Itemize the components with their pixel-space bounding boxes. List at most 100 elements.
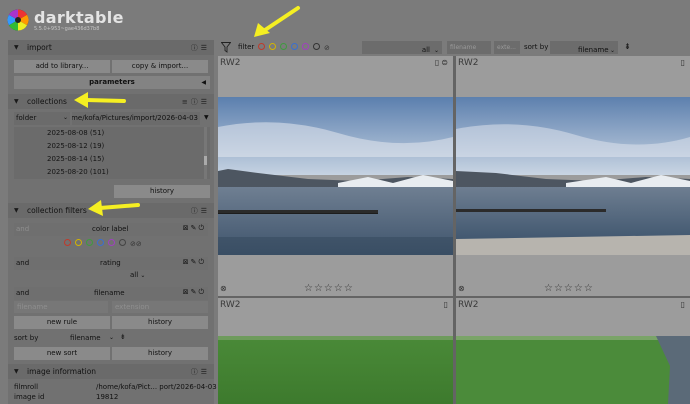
module-header-icons[interactable]: ⓘ☰ bbox=[191, 367, 210, 377]
collection-item[interactable]: 2025-08-14 (15) bbox=[47, 155, 104, 163]
blue-label-icon[interactable] bbox=[291, 43, 298, 50]
thumbnail-icons[interactable]: ▯ bbox=[444, 300, 450, 309]
rating-select[interactable]: all ⌄ bbox=[130, 271, 145, 279]
module-header-icons[interactable]: ≡ⓘ☰ bbox=[182, 97, 210, 107]
rule-icons[interactable]: ⊠✎⏻ bbox=[183, 258, 206, 267]
rule-icons[interactable]: ⊠✎⏻ bbox=[183, 288, 206, 297]
image-id-value: 19812 bbox=[96, 393, 119, 401]
purple-label-icon[interactable] bbox=[108, 239, 115, 246]
collection-property-select[interactable]: folder ⌄ bbox=[14, 112, 70, 125]
thumbnail[interactable]: RW2 ▯ bbox=[218, 298, 453, 404]
rule-icons[interactable]: ⊠✎⏻ bbox=[183, 224, 206, 233]
extension-filter-input[interactable]: extension bbox=[112, 301, 208, 313]
filename-placeholder: filename bbox=[17, 303, 48, 311]
green-label-icon[interactable] bbox=[280, 43, 287, 50]
rule-operator[interactable]: and bbox=[16, 289, 29, 297]
annotation-arrow bbox=[254, 6, 300, 37]
any-label-icon[interactable]: ⊘ bbox=[324, 44, 330, 52]
star-rating[interactable]: ☆☆☆☆☆ bbox=[544, 283, 594, 294]
thumbnail-icons[interactable]: ▯ bbox=[681, 58, 687, 67]
sort-by-select[interactable]: filename ⌄ bbox=[68, 332, 114, 344]
filename-filter-input[interactable]: filename bbox=[14, 301, 108, 313]
any-label-icon[interactable]: ⊘⊘ bbox=[130, 240, 142, 248]
parameters-expander[interactable]: parameters ◀ bbox=[14, 76, 210, 89]
top-filter-bar: filter ⊘ all ⌄ filename exte... sort by … bbox=[218, 40, 690, 56]
reject-icon[interactable]: ⊗ bbox=[458, 284, 465, 293]
thumbnail-icons[interactable]: ▯ bbox=[681, 300, 687, 309]
arrow-down-icon[interactable]: ▼ bbox=[204, 114, 209, 121]
image-id-label: image id bbox=[14, 393, 45, 401]
add-to-library-button[interactable]: add to library... bbox=[14, 60, 110, 73]
chevron-down-icon: ⌄ bbox=[108, 334, 114, 341]
purple-label-icon[interactable] bbox=[302, 43, 309, 50]
collapse-arrow-icon[interactable]: ▼ bbox=[14, 44, 19, 51]
photo-grass bbox=[218, 336, 453, 404]
image-information-module-header[interactable]: ▼ image information ⓘ☰ bbox=[8, 364, 214, 379]
sort-by-select[interactable]: filename ⌄ bbox=[550, 41, 618, 54]
rule-operator[interactable]: and bbox=[16, 259, 29, 267]
new-rule-button[interactable]: new rule bbox=[14, 316, 110, 329]
collection-item[interactable]: 2025-08-20 (101) bbox=[47, 168, 109, 176]
rule-name: rating bbox=[100, 259, 121, 267]
filter-rule-rating: and rating ⊠✎⏻ bbox=[14, 257, 208, 270]
red-label-icon[interactable] bbox=[64, 239, 71, 246]
blue-label-icon[interactable] bbox=[97, 239, 104, 246]
module-header-icons[interactable]: ⓘ☰ bbox=[191, 206, 210, 216]
photo-lake-pier bbox=[218, 97, 453, 255]
collection-filters-title: collection filters bbox=[27, 206, 87, 215]
gray-label-icon[interactable] bbox=[119, 239, 126, 246]
color-label-filters: ⊘⊘ bbox=[64, 239, 142, 248]
darktable-logo bbox=[7, 9, 29, 31]
sort-order-icon[interactable]: ⇟ bbox=[624, 42, 631, 51]
rating-value: all bbox=[130, 271, 139, 279]
collection-item[interactable]: 2025-08-08 (51) bbox=[47, 129, 104, 137]
collection-property-value: folder bbox=[16, 114, 37, 122]
filename-filter-input[interactable]: filename bbox=[447, 41, 491, 54]
copy-import-button[interactable]: copy & import... bbox=[112, 60, 208, 73]
star-rating[interactable]: ☆☆☆☆☆ bbox=[304, 283, 354, 294]
sort-by-value: filename bbox=[70, 334, 101, 342]
collapse-arrow-icon[interactable]: ▼ bbox=[14, 368, 19, 375]
scrollbar-thumb[interactable] bbox=[204, 156, 207, 165]
rule-operator[interactable]: and bbox=[16, 225, 29, 233]
thumbnail[interactable]: RW2 ▯ ⊗ ☆☆☆☆☆ bbox=[456, 56, 690, 296]
extension-filter-input[interactable]: exte... bbox=[494, 41, 520, 54]
annotation-arrow bbox=[74, 92, 126, 108]
green-label-icon[interactable] bbox=[86, 239, 93, 246]
file-extension: RW2 bbox=[458, 300, 479, 310]
yellow-label-icon[interactable] bbox=[75, 239, 82, 246]
photo-grass-person bbox=[456, 336, 690, 404]
filmroll-label: filmroll bbox=[14, 383, 39, 391]
import-module-header[interactable]: ▼ import ⓘ☰ bbox=[8, 40, 214, 55]
new-sort-button[interactable]: new sort bbox=[14, 347, 110, 360]
filter-icon[interactable] bbox=[221, 42, 231, 53]
yellow-label-icon[interactable] bbox=[269, 43, 276, 50]
collection-scrollbar[interactable] bbox=[204, 127, 207, 179]
sort-by-label: sort by bbox=[14, 334, 39, 342]
collection-item[interactable]: 2025-08-12 (19) bbox=[47, 142, 104, 150]
header: darktable 5.5.0+953~gae436d37b8 bbox=[0, 0, 690, 40]
photo-lake-pier bbox=[456, 97, 690, 255]
thumbnail[interactable]: RW2 ▯⊜ ⊗ ☆☆☆☆☆ bbox=[218, 56, 453, 296]
collection-path-input[interactable]: /home/kofa/Pictures/import/2026-04-03 bbox=[72, 112, 200, 125]
filters-history-button[interactable]: history bbox=[112, 316, 208, 329]
file-extension: RW2 bbox=[220, 58, 241, 68]
collapse-arrow-icon[interactable]: ▼ bbox=[14, 207, 19, 214]
module-header-icons[interactable]: ⓘ☰ bbox=[191, 43, 210, 53]
gray-label-icon[interactable] bbox=[313, 43, 320, 50]
red-label-icon[interactable] bbox=[258, 43, 265, 50]
reject-icon[interactable]: ⊗ bbox=[220, 284, 227, 293]
collections-title: collections bbox=[27, 97, 67, 106]
rating-filter-select[interactable]: all ⌄ bbox=[362, 41, 442, 54]
app-name: darktable bbox=[34, 8, 124, 27]
collapse-arrow-icon[interactable]: ▼ bbox=[14, 98, 19, 105]
sort-by-label: sort by bbox=[524, 43, 549, 51]
collection-tree: 2025-08-08 (51) 2025-08-12 (19) 2025-08-… bbox=[14, 127, 210, 179]
filmroll-value: /home/kofa/Pict... port/2026-04-03 bbox=[96, 383, 217, 391]
extension-placeholder: extension bbox=[115, 303, 150, 311]
rule-name: filename bbox=[94, 289, 125, 297]
thumbnail[interactable]: RW2 ▯ bbox=[456, 298, 690, 404]
sort-order-icon[interactable]: ⇟ bbox=[120, 333, 126, 341]
sort-history-button[interactable]: history bbox=[112, 347, 208, 360]
thumbnail-icons[interactable]: ▯⊜ bbox=[435, 58, 450, 67]
